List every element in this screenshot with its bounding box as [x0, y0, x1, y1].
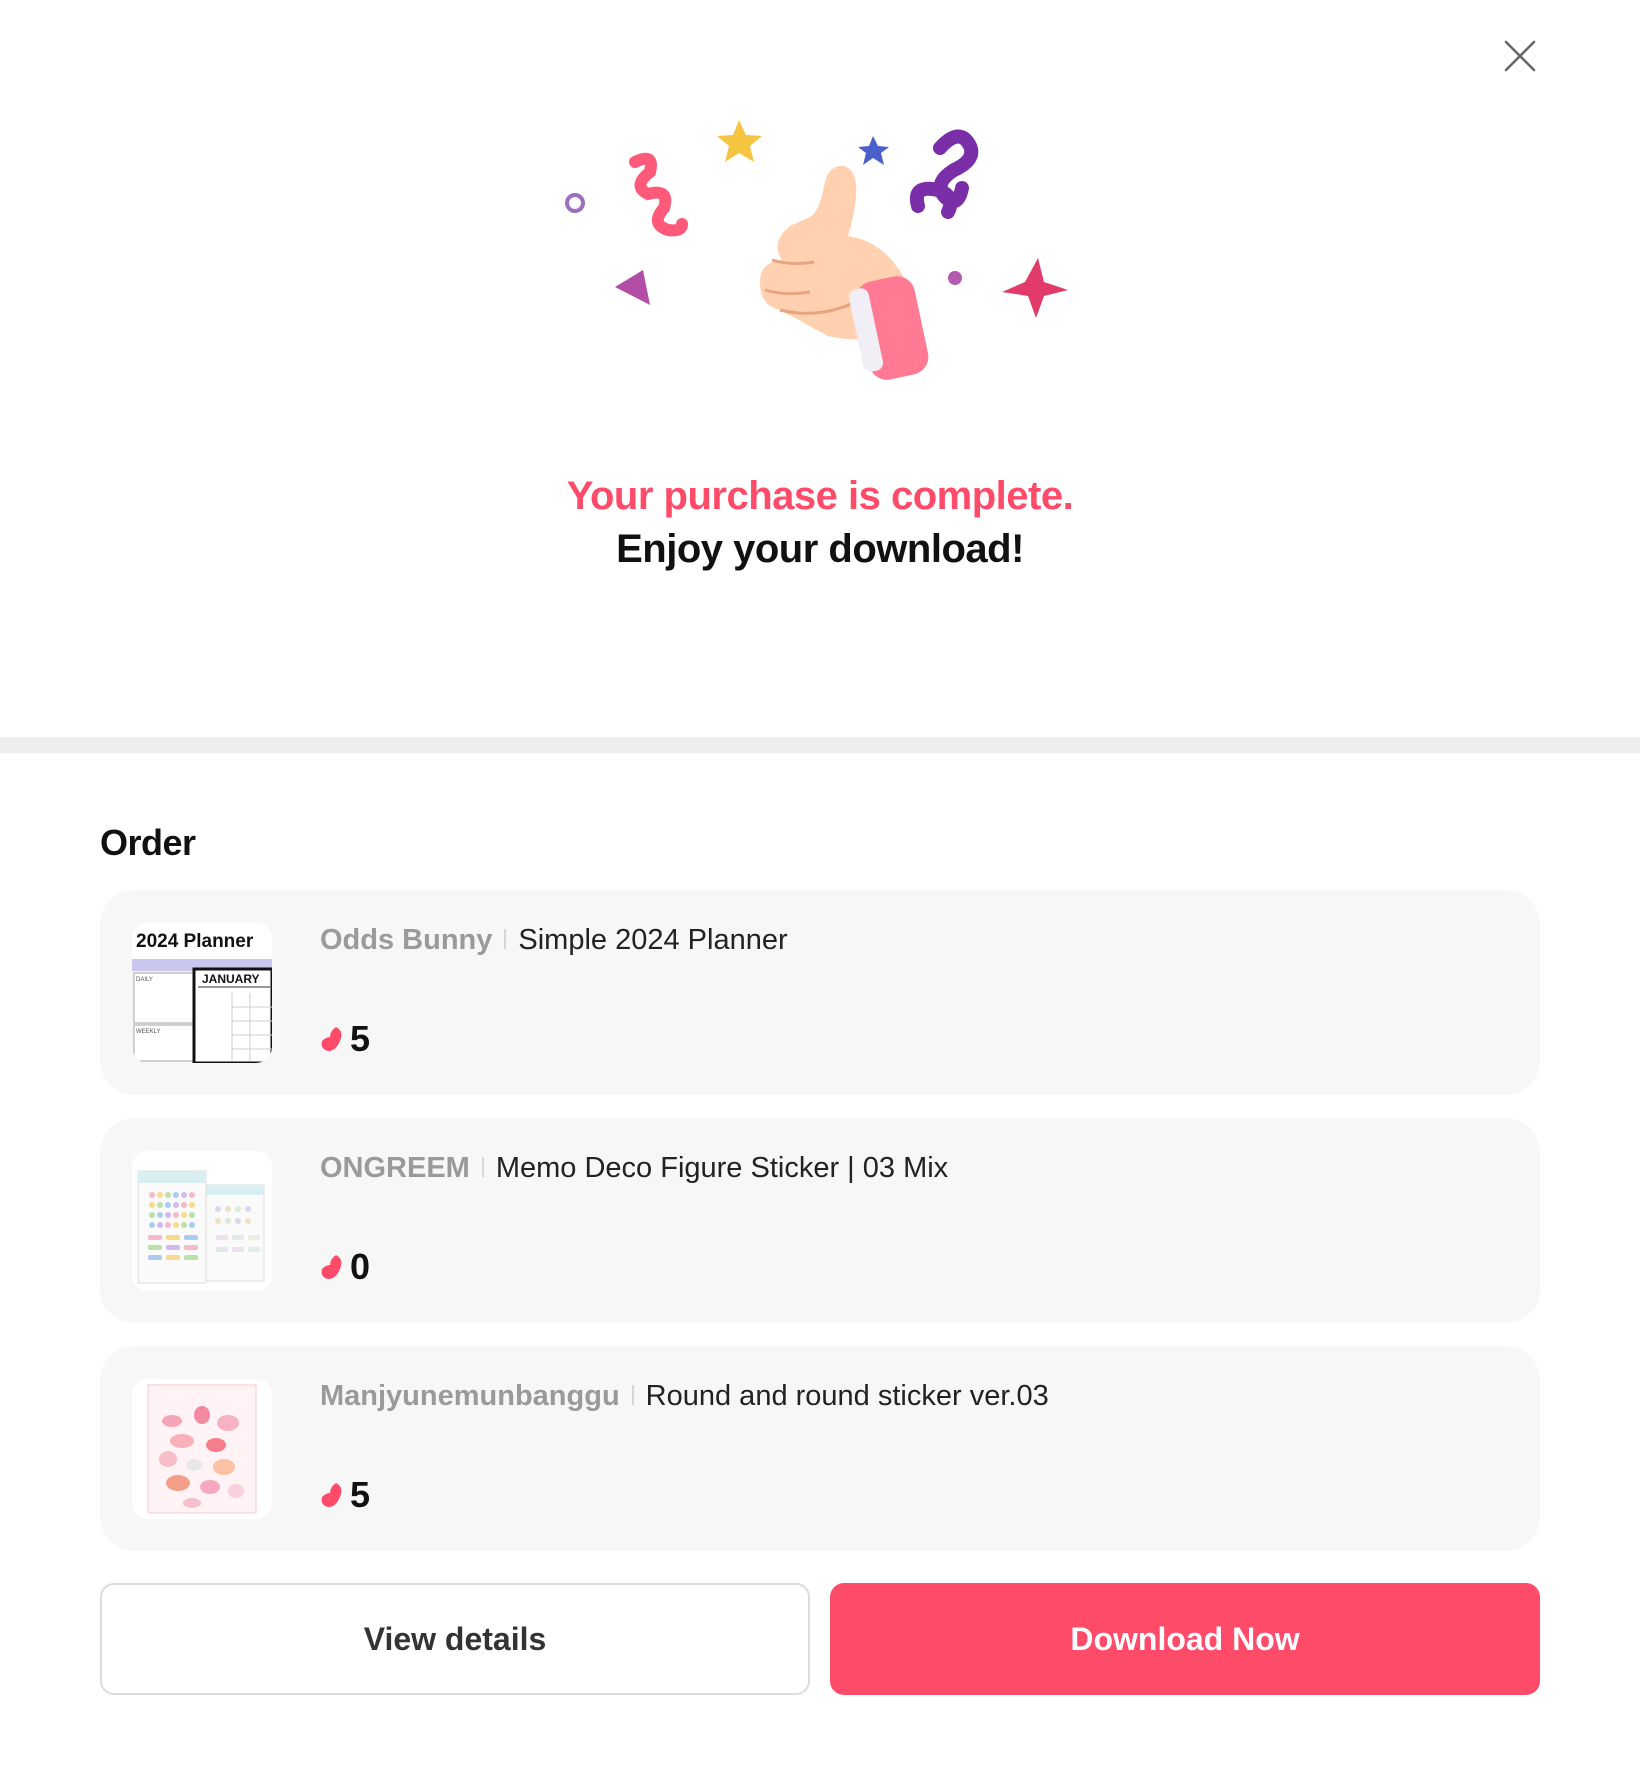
separator: [481, 1157, 484, 1178]
download-now-button[interactable]: Download Now: [830, 1583, 1540, 1695]
confetti-pink-squiggle: [629, 152, 688, 237]
close-button[interactable]: [1492, 28, 1548, 84]
planner-thumb-weekly: WEEKLY: [136, 1029, 161, 1035]
seller-name: Odds Bunny: [320, 924, 493, 956]
item-price: 5: [320, 1018, 370, 1060]
jelly-icon: [321, 1255, 342, 1279]
product-title: Simple 2024 Planner: [518, 924, 788, 956]
price-value: 5: [350, 1018, 371, 1059]
product-thumbnail-planner: 2024 Planner DAILY WEEKLY JANUARY: [132, 923, 272, 1063]
seller-name: ONGREEM: [320, 1152, 470, 1184]
purchase-complete-heading: Your purchase is complete.: [566, 474, 1074, 518]
planner-thumb-month: JANUARY: [202, 972, 260, 986]
confetti-purple-triangle: [615, 270, 650, 305]
order-item-info: ONGREEM Memo Deco Figure Sticker | 03 Mix: [320, 1152, 948, 1185]
jelly-icon: [321, 1027, 342, 1051]
price-value: 0: [350, 1246, 371, 1287]
view-details-button[interactable]: View details: [100, 1583, 810, 1695]
separator: [504, 929, 507, 950]
order-item-info: Manjyunemunbanggu Round and round sticker…: [320, 1380, 1049, 1413]
confetti-blue-star: [858, 136, 889, 165]
close-icon: [1504, 40, 1536, 72]
planner-thumb-heading: 2024 Planner: [136, 931, 254, 952]
seller-name: Manjyunemunbanggu: [320, 1380, 620, 1412]
product-title: Round and round sticker ver.03: [645, 1380, 1049, 1412]
product-thumbnail-sticker-mix: [132, 1151, 272, 1291]
price-value: 5: [350, 1474, 371, 1515]
confetti-yellow-star: [717, 120, 762, 162]
planner-thumb-daily: DAILY: [136, 977, 153, 983]
thumbs-up-hand: [760, 165, 929, 380]
product-title: Memo Deco Figure Sticker | 03 Mix: [495, 1152, 949, 1184]
confetti-dot: [948, 271, 962, 285]
item-price: 0: [320, 1246, 370, 1288]
celebration-illustration: [540, 100, 1100, 440]
separator: [631, 1385, 634, 1406]
order-list: 2024 Planner DAILY WEEKLY JANUARY Odds B…: [100, 890, 1540, 1574]
order-item[interactable]: ONGREEM Memo Deco Figure Sticker | 03 Mix…: [100, 1118, 1540, 1323]
confetti-pink-star: [1002, 258, 1068, 318]
product-thumbnail-round-sticker: [132, 1379, 272, 1519]
confetti-purple-swirl: [910, 129, 979, 219]
confetti-ring: [565, 193, 585, 213]
section-divider: [0, 737, 1640, 753]
item-price: 5: [320, 1474, 370, 1516]
order-item[interactable]: 2024 Planner DAILY WEEKLY JANUARY Odds B…: [100, 890, 1540, 1095]
jelly-icon: [321, 1483, 342, 1507]
order-section-title: Order: [100, 822, 196, 863]
order-item-info: Odds Bunny Simple 2024 Planner: [320, 924, 788, 957]
enjoy-download-subheading: Enjoy your download!: [616, 527, 1024, 571]
order-item[interactable]: Manjyunemunbanggu Round and round sticker…: [100, 1346, 1540, 1551]
